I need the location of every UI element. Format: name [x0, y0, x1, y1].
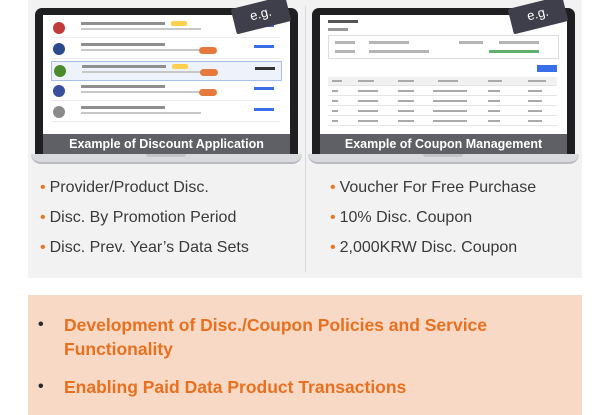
list-item: • 2,000KRW Disc. Coupon	[330, 239, 518, 256]
provider-logo-icon	[53, 106, 65, 118]
bullet-icon: •	[40, 179, 46, 196]
bullet-icon: •	[40, 239, 46, 256]
discount-screenshot: Example of Discount Application	[43, 15, 290, 154]
coupon-table	[328, 77, 557, 129]
bullet-icon: •	[330, 239, 336, 256]
list-item: • Disc. By Promotion Period	[40, 209, 237, 226]
search-form	[328, 35, 559, 59]
caption-discount-application: Example of Discount Application	[43, 134, 290, 154]
discount-feature-list: • Provider/Product Disc. • Disc. By Promot…	[40, 178, 249, 268]
list-item	[51, 40, 280, 59]
list-item: • Voucher For Free Purchase	[330, 179, 537, 196]
bullet-icon: •	[38, 378, 44, 395]
bullet-icon: •	[330, 179, 336, 196]
laptop-base	[308, 154, 579, 164]
list-item	[51, 61, 282, 81]
bullet-icon: •	[38, 316, 44, 333]
list-item: • Provider/Product Disc.	[40, 179, 209, 196]
panel-divider	[305, 6, 306, 272]
provider-logo-icon	[53, 43, 65, 55]
list-item: • Disc. Prev. Year’s Data Sets	[40, 239, 249, 256]
laptop-base	[31, 154, 302, 164]
search-button	[537, 65, 557, 72]
list-item	[51, 82, 280, 101]
provider-logo-icon	[54, 65, 66, 77]
summary-box: • Development of Disc./Coupon Policies a…	[28, 295, 582, 415]
coupon-feature-list: • Voucher For Free Purchase • 10% Disc. Co…	[330, 178, 536, 268]
laptop-screen: Example of Discount Application	[35, 8, 298, 154]
summary-item: • Development of Disc./Coupon Policies a…	[38, 315, 488, 359]
list-item: • 10% Disc. Coupon	[330, 209, 473, 226]
laptop-screen: Example of Coupon Management	[312, 8, 575, 154]
list-item	[51, 103, 280, 122]
provider-logo-icon	[53, 85, 65, 97]
caption-coupon-management: Example of Coupon Management	[320, 134, 567, 154]
provider-logo-icon	[53, 22, 65, 34]
bullet-icon: •	[40, 209, 46, 226]
summary-item: • Enabling Paid Data Product Transaction…	[38, 377, 407, 397]
bullet-icon: •	[330, 209, 336, 226]
coupon-screenshot: Example of Coupon Management	[320, 15, 567, 154]
